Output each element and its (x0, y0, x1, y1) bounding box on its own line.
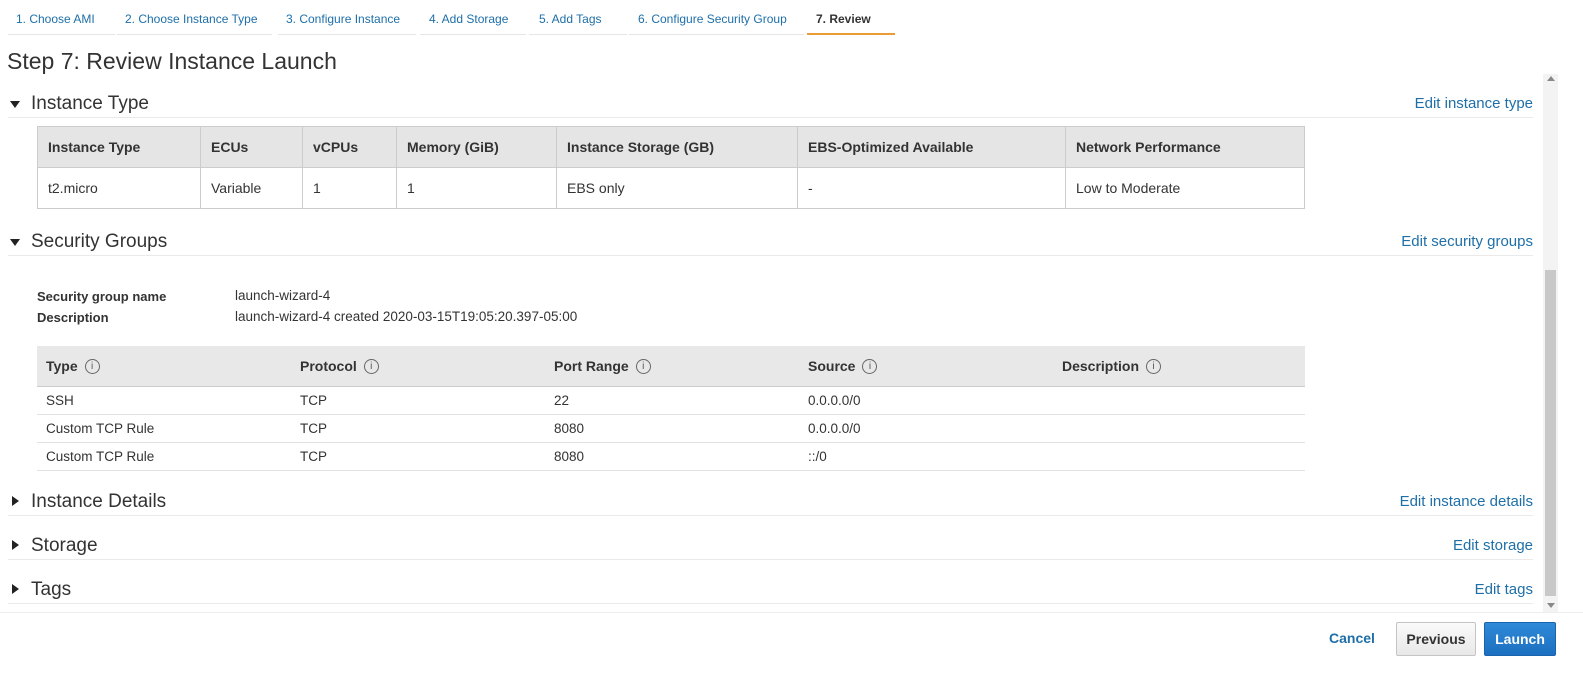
info-icon[interactable]: i (862, 359, 878, 375)
table-row: SSH TCP 22 0.0.0.0/0 (37, 386, 1305, 415)
table-cell: 22 (545, 386, 799, 415)
column-header: Memory (GiB) (396, 126, 557, 168)
table-cell: 1 (302, 167, 397, 209)
table-cell: Custom TCP Rule (37, 442, 291, 471)
info-icon[interactable]: i (1146, 359, 1162, 375)
caret-down-icon[interactable] (10, 239, 20, 246)
section-instance-type: Instance Type Edit instance type (8, 93, 1533, 118)
table-cell: ::/0 (799, 442, 1053, 471)
instance-type-table: Instance Type ECUs vCPUs Memory (GiB) In… (37, 126, 1305, 209)
info-icon[interactable]: i (84, 359, 100, 375)
column-header: ECUs (200, 126, 303, 168)
caret-right-icon[interactable] (12, 584, 19, 594)
table-cell: EBS only (556, 167, 798, 209)
security-rules-table: Type i Protocol i Port Range i Source i Desc… (37, 346, 1305, 471)
column-header-source: Source i (799, 346, 1053, 387)
column-header: EBS-Optimized Available (797, 126, 1066, 168)
column-header-port-range: Port Range i (545, 346, 799, 387)
caret-right-icon[interactable] (12, 496, 19, 506)
column-label: Type (46, 357, 78, 374)
column-label: Description (1062, 357, 1140, 374)
column-label: Port Range (554, 357, 629, 374)
scroll-down-arrow-icon[interactable] (1547, 603, 1555, 608)
edit-instance-details-link[interactable]: Edit instance details (1400, 493, 1533, 510)
table-cell: - (797, 167, 1066, 209)
table-cell: TCP (291, 442, 545, 471)
column-header-protocol: Protocol i (291, 346, 545, 387)
column-label: Protocol (300, 357, 357, 374)
table-cell: Variable (200, 167, 303, 209)
info-icon[interactable]: i (635, 359, 651, 375)
table-cell: Custom TCP Rule (37, 414, 291, 443)
table-cell: Low to Moderate (1076, 180, 1181, 196)
column-label: Source (808, 357, 856, 374)
info-icon[interactable]: i (363, 359, 379, 375)
tab-choose-instance-type[interactable]: 2. Choose Instance Type (117, 12, 272, 35)
table-cell: t2.micro (37, 167, 201, 209)
tab-configure-security-group[interactable]: 6. Configure Security Group (629, 12, 804, 35)
table-cell (1053, 386, 1305, 415)
section-security-groups: Security Groups Edit security groups (8, 231, 1533, 256)
edit-storage-link[interactable]: Edit storage (1453, 537, 1533, 554)
section-instance-details: Instance Details Edit instance details (8, 491, 1533, 516)
edit-instance-type-link[interactable]: Edit instance type (1415, 95, 1533, 112)
edit-security-groups-link[interactable]: Edit security groups (1401, 233, 1533, 250)
table-row: Custom TCP Rule TCP 8080 0.0.0.0/0 (37, 414, 1305, 443)
section-tags: Tags Edit tags (8, 579, 1533, 604)
security-group-values: launch-wizard-4 launch-wizard-4 created … (235, 285, 577, 327)
section-title[interactable]: Tags (31, 579, 71, 601)
footer-divider (0, 612, 1583, 613)
tab-add-tags[interactable]: 5. Add Tags (529, 12, 627, 35)
page-title: Step 7: Review Instance Launch (7, 48, 337, 74)
cancel-button[interactable]: Cancel (1329, 630, 1375, 646)
column-header-description: Description i (1053, 346, 1305, 387)
description-label: Description (37, 310, 109, 325)
table-row: t2.micro Variable 1 1 EBS only - Low to … (37, 167, 1305, 209)
previous-button[interactable]: Previous (1396, 622, 1476, 656)
edit-tags-link[interactable]: Edit tags (1475, 581, 1533, 598)
section-title[interactable]: Storage (31, 535, 98, 557)
scroll-up-arrow-icon[interactable] (1547, 76, 1555, 81)
column-header: vCPUs (302, 126, 397, 168)
table-cell (1053, 442, 1305, 471)
security-group-name-label: Security group name (37, 289, 167, 304)
description-value: launch-wizard-4 created 2020-03-15T19:05… (235, 309, 578, 324)
table-cell (1053, 414, 1305, 443)
security-group-labels: Security group name Description (37, 286, 166, 328)
table-row: Custom TCP Rule TCP 8080 ::/0 (37, 442, 1305, 471)
table-cell: TCP (291, 414, 545, 443)
tab-review[interactable]: 7. Review (807, 12, 895, 35)
table-cell: 0.0.0.0/0 (799, 386, 1053, 415)
tab-add-storage[interactable]: 4. Add Storage (420, 12, 526, 35)
table-cell: 1 (396, 167, 557, 209)
table-cell: SSH (37, 386, 291, 415)
tab-configure-instance[interactable]: 3. Configure Instance (278, 12, 416, 35)
scroll-thumb[interactable] (1545, 270, 1556, 596)
vertical-scrollbar[interactable] (1543, 74, 1558, 612)
table-cell: 0.0.0.0/0 (799, 414, 1053, 443)
section-title[interactable]: Instance Details (31, 491, 166, 513)
table-cell: 8080 (545, 414, 799, 443)
table-header-row: Type i Protocol i Port Range i Source i Desc… (37, 346, 1305, 387)
caret-down-icon[interactable] (10, 101, 20, 108)
column-header-type: Type i (37, 346, 291, 387)
section-title[interactable]: Instance Type (31, 93, 149, 115)
launch-button[interactable]: Launch (1484, 622, 1556, 656)
table-cell: TCP (291, 386, 545, 415)
column-header: Network Performance (1065, 126, 1305, 168)
table-cell: 8080 (545, 442, 799, 471)
column-header: Instance Storage (GB) (556, 126, 798, 168)
caret-right-icon[interactable] (12, 540, 19, 550)
section-storage: Storage Edit storage (8, 535, 1533, 560)
section-title[interactable]: Security Groups (31, 231, 167, 253)
table-header-row: Instance Type ECUs vCPUs Memory (GiB) In… (37, 126, 1305, 168)
tab-choose-ami[interactable]: 1. Choose AMI (8, 12, 115, 35)
wizard-tabs: 1. Choose AMI 2. Choose Instance Type 3.… (0, 0, 1583, 36)
security-group-name-value: launch-wizard-4 (235, 288, 331, 303)
column-header: Instance Type (37, 126, 201, 168)
